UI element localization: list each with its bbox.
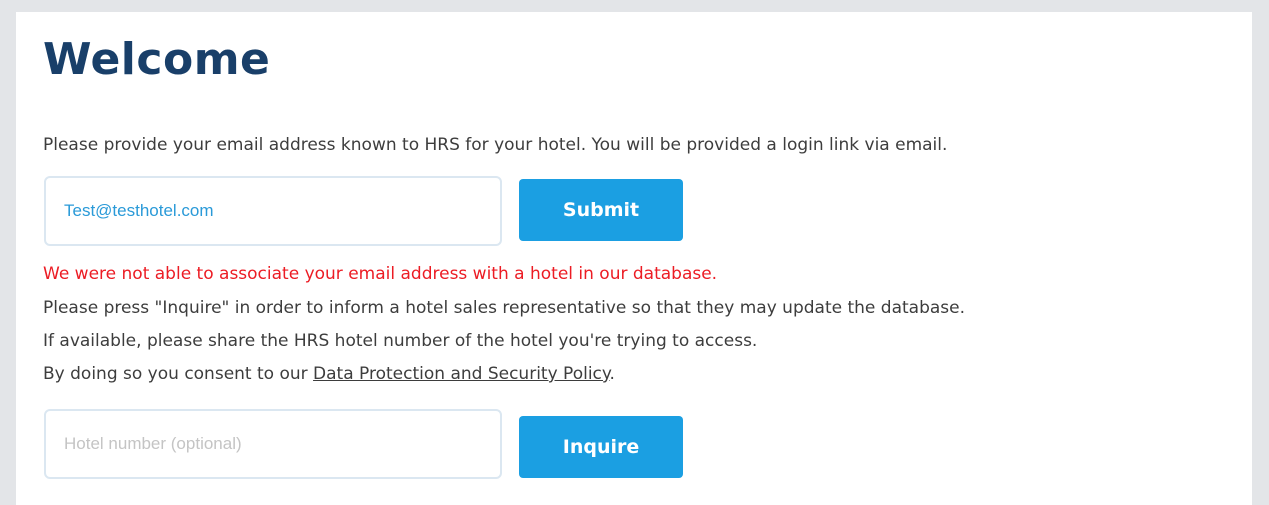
submit-button[interactable]: Submit <box>519 179 683 241</box>
consent-suffix: . <box>609 364 615 384</box>
page-title: Welcome <box>43 34 271 85</box>
inquire-button[interactable]: Inquire <box>519 416 683 478</box>
inquire-instruction: Please press "Inquire" in order to infor… <box>43 298 966 318</box>
welcome-card: Welcome Please provide your email addres… <box>16 12 1252 505</box>
hotel-number-input[interactable] <box>44 409 502 479</box>
intro-text: Please provide your email address known … <box>43 135 948 155</box>
error-message: We were not able to associate your email… <box>43 264 718 284</box>
consent-prefix: By doing so you consent to our <box>43 364 314 384</box>
consent-text: By doing so you consent to our Data Prot… <box>43 364 615 384</box>
hotel-number-hint: If available, please share the HRS hotel… <box>43 331 758 351</box>
email-input[interactable] <box>44 176 502 246</box>
data-protection-policy-link[interactable]: Data Protection and Security Policy <box>313 364 609 384</box>
